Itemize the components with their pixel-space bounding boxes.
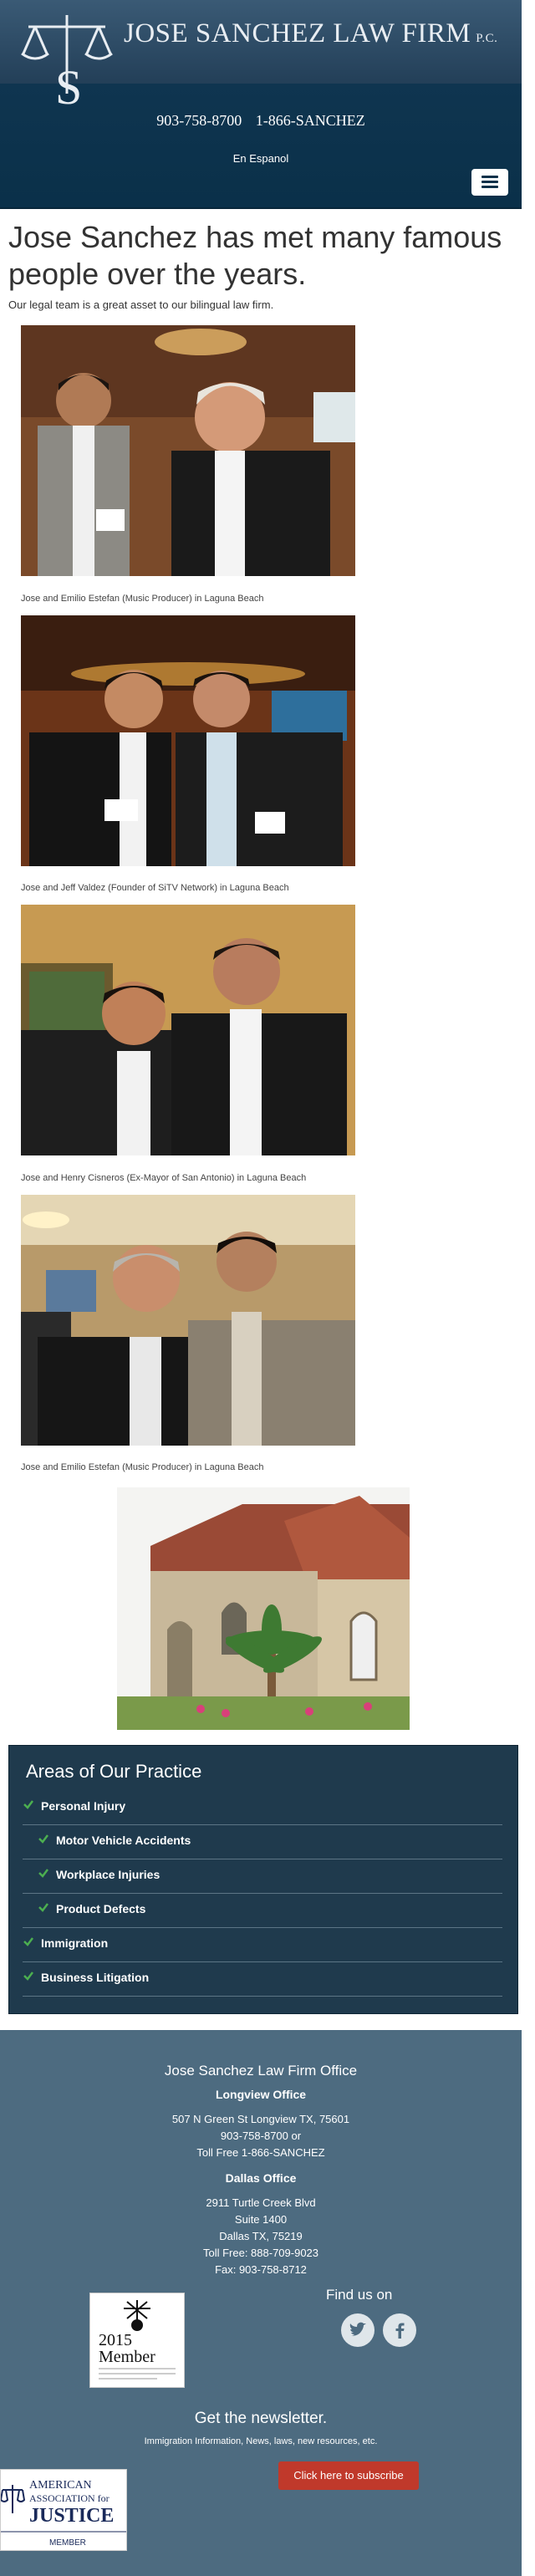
- newsletter-title: Get the newsletter.: [194, 2410, 328, 2427]
- practice-item-workplace-injuries[interactable]: Workplace Injuries: [23, 1859, 502, 1894]
- subscribe-button[interactable]: Click here to subscribe: [278, 2461, 419, 2490]
- facebook-icon[interactable]: [383, 2313, 416, 2347]
- footer-office-title: Jose Sanchez Law Firm Office: [164, 2063, 358, 2079]
- check-icon: [23, 1937, 33, 1946]
- dallas-street: 2911 Turtle Creek Blvd: [206, 2196, 316, 2209]
- language-link[interactable]: En Espanol: [0, 152, 522, 165]
- check-icon: [38, 1834, 48, 1844]
- office-building-image: [117, 1487, 410, 1730]
- phone-toll-link[interactable]: 1-866-SANCHEZ: [256, 112, 365, 129]
- check-icon: [23, 1800, 33, 1809]
- hamburger-icon-bar: [482, 186, 498, 188]
- longview-toll-link[interactable]: Toll Free 1-866-SANCHEZ: [0, 2146, 522, 2159]
- practice-item-immigration[interactable]: Immigration: [23, 1928, 502, 1962]
- photo-4: [21, 1195, 355, 1446]
- scales-of-justice-logo-icon[interactable]: S: [18, 10, 115, 110]
- photo-1: [21, 325, 355, 576]
- practice-item-label: Personal Injury: [41, 1799, 126, 1813]
- dallas-city: Dallas TX, 75219: [219, 2230, 303, 2242]
- longview-phone-link[interactable]: 903-758-8700 or: [0, 2130, 522, 2142]
- liberty-icon: [124, 2300, 150, 2331]
- site-header: S JOSE SANCHEZ LAW FIRM P.C. 903-758-8700…: [0, 0, 522, 209]
- aaj-line-1: AMERICAN: [29, 2479, 92, 2492]
- practice-item-product-defects[interactable]: Product Defects: [23, 1894, 502, 1928]
- check-icon: [38, 1869, 48, 1878]
- intro-text: Our legal team is a great asset to our b…: [8, 298, 274, 311]
- practice-areas-panel: Areas of Our Practice Personal Injury Mo…: [8, 1745, 518, 2014]
- scales-icon: [0, 2485, 26, 2513]
- dallas-fax: Fax: 903-758-8712: [215, 2263, 307, 2276]
- award-badge[interactable]: 2015 Member: [89, 2293, 185, 2388]
- aaj-line-2: ASSOCIATION for: [29, 2492, 110, 2504]
- longview-address: 507 N Green St Longview TX, 75601: [171, 2113, 350, 2125]
- header-phones: 903-758-8700 1-866-SANCHEZ: [0, 112, 522, 130]
- practice-item-label: Product Defects: [56, 1902, 146, 1915]
- aaj-member-badge[interactable]: AMERICAN ASSOCIATION for JUSTICE MEMBER: [0, 2469, 127, 2551]
- menu-toggle-button[interactable]: [471, 169, 508, 196]
- practice-item-label: Motor Vehicle Accidents: [56, 1834, 191, 1847]
- photo-caption: Jose and Emilio Estefan (Music Producer)…: [21, 594, 264, 604]
- practice-item-personal-injury[interactable]: Personal Injury: [23, 1791, 502, 1825]
- check-icon: [23, 1972, 33, 1981]
- practice-item-motor-vehicle-accidents[interactable]: Motor Vehicle Accidents: [23, 1825, 502, 1859]
- photo-caption: Jose and Henry Cisneros (Ex-Mayor of San…: [21, 1173, 307, 1183]
- award-year: 2015: [99, 2331, 132, 2349]
- aaj-line-3: JUSTICE: [29, 2505, 114, 2527]
- find-us-label: Find us on: [326, 2287, 393, 2303]
- firm-suffix: P.C.: [476, 32, 498, 45]
- firm-name[interactable]: JOSE SANCHEZ LAW FIRM P.C.: [124, 18, 497, 49]
- hamburger-icon-bar: [482, 181, 498, 183]
- aaj-line-4: MEMBER: [49, 2538, 86, 2548]
- practice-item-business-litigation[interactable]: Business Litigation: [23, 1962, 502, 1997]
- dallas-office-title: Dallas Office: [225, 2171, 297, 2185]
- award-word: Member: [99, 2348, 155, 2366]
- twitter-icon[interactable]: [341, 2313, 374, 2347]
- phone-local-link[interactable]: 903-758-8700: [156, 112, 242, 129]
- practice-item-label: Workplace Injuries: [56, 1868, 160, 1881]
- dallas-toll-link[interactable]: Toll Free: 888-709-9023: [0, 2247, 522, 2259]
- hamburger-icon: [482, 176, 498, 178]
- check-icon: [38, 1903, 48, 1912]
- dallas-suite: Suite 1400: [234, 2213, 288, 2226]
- longview-office-title: Longview Office: [215, 2088, 307, 2101]
- photo-2: [21, 615, 355, 866]
- photo-caption: Jose and Emilio Estefan (Music Producer)…: [21, 1462, 264, 1472]
- photo-caption: Jose and Jeff Valdez (Founder of SiTV Ne…: [21, 883, 289, 893]
- svg-text:S: S: [55, 60, 82, 110]
- photo-3: [21, 905, 355, 1155]
- page-heading: Jose Sanchez has met many famous people …: [8, 220, 502, 291]
- practice-item-label: Immigration: [41, 1936, 109, 1950]
- newsletter-subtitle: Immigration Information, News, laws, new…: [144, 2436, 378, 2446]
- practice-item-label: Business Litigation: [41, 1971, 150, 1984]
- practice-title: Areas of Our Practice: [26, 1761, 202, 1782]
